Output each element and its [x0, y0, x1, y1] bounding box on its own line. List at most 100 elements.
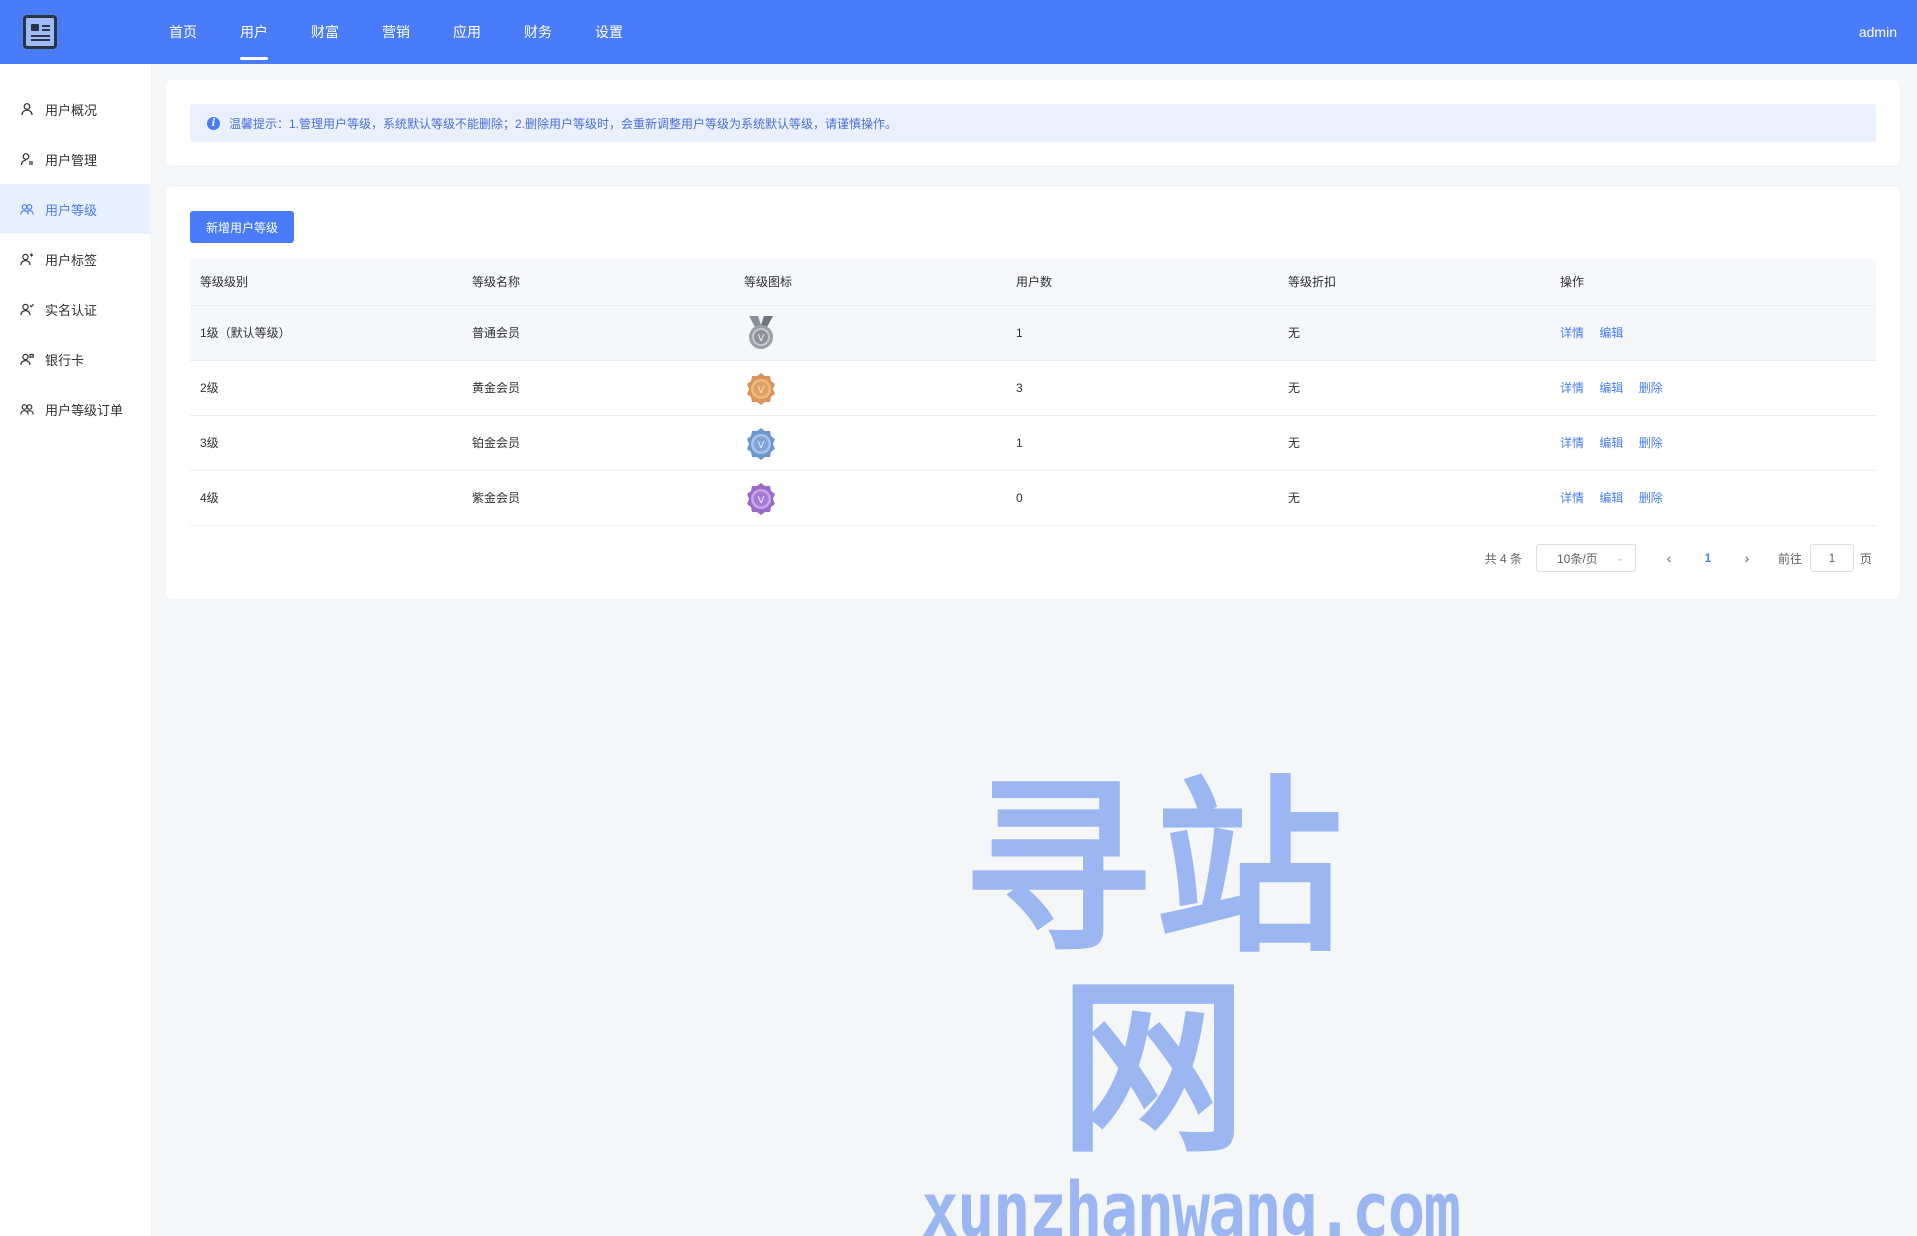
level-table: 等级级别 等级名称 等级图标 用户数 等级折扣 操作 1级（默认等级） 普通会员…	[190, 259, 1876, 526]
svg-text:V: V	[758, 385, 765, 396]
sidebar-item-user-overview[interactable]: 用户概况	[0, 84, 150, 134]
goto-label: 前往	[1777, 551, 1802, 566]
cell-level: 2级	[190, 360, 462, 416]
cell-name: 紫金会员	[462, 470, 734, 526]
nav-user[interactable]: 用户	[240, 0, 268, 64]
user-tag-icon	[20, 253, 33, 266]
page-size-select[interactable]: 10条/页 ⌄	[1535, 544, 1636, 572]
nav-finance[interactable]: 财务	[524, 0, 552, 64]
top-navbar: 首页 用户 财富 营销 应用 财务 设置 admin	[0, 0, 1917, 64]
goto-page-input[interactable]	[1809, 544, 1854, 572]
detail-link[interactable]: 详情	[1560, 326, 1584, 340]
sidebar-item-label: 银行卡	[45, 352, 85, 368]
delete-link[interactable]: 删除	[1639, 436, 1663, 450]
top-nav: 首页 用户 财富 营销 应用 财务 设置	[169, 0, 666, 64]
edit-link[interactable]: 编辑	[1599, 381, 1623, 395]
total-count: 共 4 条	[1484, 551, 1522, 566]
info-icon: i	[207, 116, 220, 130]
cell-level: 1级（默认等级）	[190, 305, 462, 361]
edit-link[interactable]: 编辑	[1599, 326, 1623, 340]
cell-name: 黄金会员	[462, 360, 734, 416]
cell-name: 铂金会员	[462, 415, 734, 471]
app-logo-icon[interactable]	[23, 15, 57, 49]
nav-marketing[interactable]: 营销	[382, 0, 410, 64]
watermark-en: xunzhanwang.com	[921, 1165, 1461, 1236]
users-icon	[20, 204, 34, 215]
next-page-icon[interactable]: ›	[1732, 550, 1762, 566]
cell-users: 3	[1006, 360, 1278, 416]
sidebar: 用户概况 用户管理 用户等级 用户标签 实名认证 银行卡 用户等级订单	[0, 64, 150, 1236]
cell-users: 1	[1006, 305, 1278, 361]
user-card-icon	[20, 353, 34, 366]
nav-apps[interactable]: 应用	[453, 0, 481, 64]
detail-link[interactable]: 详情	[1560, 491, 1584, 505]
user-manage-icon	[20, 153, 33, 166]
delete-link[interactable]: 删除	[1639, 381, 1663, 395]
svg-text:V: V	[758, 440, 765, 451]
chevron-down-icon: ⌄	[1615, 552, 1625, 564]
cell-name: 普通会员	[462, 305, 734, 361]
cell-discount: 无	[1278, 470, 1550, 526]
table-row: 3级 铂金会员 V 1 无 详情 编辑 删除	[190, 415, 1876, 471]
page-word: 页	[1859, 551, 1872, 566]
detail-link[interactable]: 详情	[1560, 381, 1584, 395]
alert-text: 温馨提示：1.管理用户等级，系统默认等级不能删除；2.删除用户等级时，会重新调整…	[229, 116, 898, 131]
nav-settings[interactable]: 设置	[595, 0, 623, 64]
user-menu[interactable]: admin	[1859, 0, 1897, 64]
level-table-card: 新增用户等级 等级级别 等级名称 等级图标 用户数 等级折扣 操作 1级（默认等…	[166, 187, 1900, 599]
nav-wealth[interactable]: 财富	[311, 0, 339, 64]
pagination: 共 4 条 10条/页 ⌄ ‹ 1 › 前往 页	[1485, 544, 1872, 572]
user-icon	[21, 103, 33, 116]
cell-discount: 无	[1278, 305, 1550, 361]
detail-link[interactable]: 详情	[1560, 436, 1584, 450]
cell-discount: 无	[1278, 360, 1550, 416]
column-header: 等级图标	[734, 259, 1006, 306]
cell-level: 4级	[190, 470, 462, 526]
sidebar-item-user-manage[interactable]: 用户管理	[0, 134, 150, 184]
svg-text:V: V	[758, 495, 765, 506]
table-row: 1级（默认等级） 普通会员 V 1 无 详情 编辑	[190, 305, 1876, 361]
sidebar-item-label: 用户标签	[45, 252, 98, 268]
sidebar-item-label: 用户等级订单	[45, 402, 124, 418]
purple-medal-icon: V	[747, 482, 775, 515]
cell-users: 1	[1006, 415, 1278, 471]
info-alert: i 温馨提示：1.管理用户等级，系统默认等级不能删除；2.删除用户等级时，会重新…	[190, 104, 1876, 142]
notice-card: i 温馨提示：1.管理用户等级，系统默认等级不能删除；2.删除用户等级时，会重新…	[166, 80, 1900, 165]
users-order-icon	[20, 404, 34, 415]
sidebar-item-level-orders[interactable]: 用户等级订单	[0, 384, 150, 434]
edit-link[interactable]: 编辑	[1599, 491, 1623, 505]
sidebar-item-label: 实名认证	[45, 302, 98, 318]
table-header-row: 等级级别 等级名称 等级图标 用户数 等级折扣 操作	[190, 259, 1876, 306]
edit-link[interactable]: 编辑	[1599, 436, 1623, 450]
sidebar-item-label: 用户等级	[45, 202, 98, 218]
table-row: 2级 黄金会员 V 3 无 详情 编辑 删除	[190, 360, 1876, 416]
sidebar-item-label: 用户管理	[45, 152, 98, 168]
column-header: 等级级别	[190, 259, 462, 306]
delete-link[interactable]: 删除	[1639, 491, 1663, 505]
watermark-cn: 寻站网	[963, 760, 1347, 1179]
platinum-medal-icon: V	[747, 427, 775, 460]
gold-medal-icon: V	[747, 372, 775, 405]
column-header: 用户数	[1006, 259, 1278, 306]
sidebar-item-user-tag[interactable]: 用户标签	[0, 234, 150, 284]
column-header: 等级名称	[462, 259, 734, 306]
cell-level: 3级	[190, 415, 462, 471]
sidebar-item-real-name[interactable]: 实名认证	[0, 284, 150, 334]
sidebar-item-label: 用户概况	[45, 102, 98, 118]
silver-medal-icon: V	[749, 315, 773, 349]
column-header: 操作	[1550, 259, 1876, 306]
sidebar-item-bank-card[interactable]: 银行卡	[0, 334, 150, 384]
nav-home[interactable]: 首页	[169, 0, 197, 64]
prev-page-icon[interactable]: ‹	[1654, 550, 1684, 566]
cell-discount: 无	[1278, 415, 1550, 471]
add-level-button[interactable]: 新增用户等级	[190, 211, 295, 243]
user-verify-icon	[20, 303, 34, 316]
column-header: 等级折扣	[1278, 259, 1550, 306]
svg-text:V: V	[758, 333, 765, 344]
cell-users: 0	[1006, 470, 1278, 526]
table-row: 4级 紫金会员 V 0 无 详情 编辑 删除	[190, 470, 1876, 526]
page-number[interactable]: 1	[1684, 551, 1732, 565]
sidebar-item-user-level[interactable]: 用户等级	[0, 184, 150, 234]
watermark: 寻站网 xunzhanwang.com	[870, 760, 1461, 1236]
page-size-value: 10条/页	[1556, 551, 1598, 566]
